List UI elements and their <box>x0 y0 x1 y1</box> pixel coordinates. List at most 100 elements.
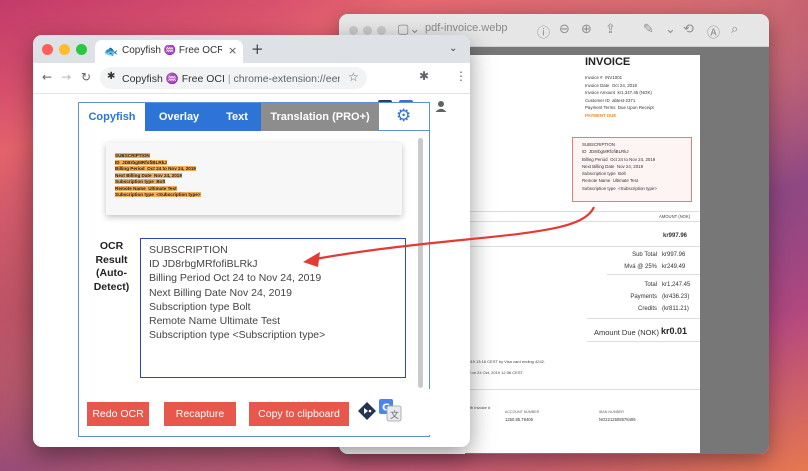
subscription-line: SUBSCRIPTION <box>582 142 615 147</box>
iban-value: NO2212508578406 <box>599 417 636 422</box>
divider <box>587 318 700 319</box>
ocr-result-textarea[interactable]: SUBSCRIPTION ID JD8rbgMRfofiBLRkJ Billin… <box>140 238 406 378</box>
divider <box>465 246 700 247</box>
amount-due-label: Amount Due (NOK) <box>594 328 660 337</box>
invoice-meta-line: Invoice # INV1001 <box>585 75 623 80</box>
address-url: chrome-extension://eenjdn... <box>233 73 340 85</box>
invoice-meta-line: Customer ID abtest-2371 <box>585 97 636 103</box>
copyfish-tabs: Copyfish Overlay Text Translation (PRO+) <box>79 103 379 131</box>
gear-icon[interactable]: ⚙ <box>396 106 411 126</box>
zoom-in-icon[interactable]: ⊕ <box>581 22 592 37</box>
bookmark-star-icon[interactable]: ☆ <box>348 70 359 84</box>
toolbar: ← → ↻ ✱ Copyfish ♒ Free OCI | chrome-ext… <box>33 63 470 114</box>
total-label: Total <box>644 282 657 288</box>
tab-overlay[interactable]: Overlay <box>145 103 213 131</box>
markup-menu-icon[interactable]: ⌄ <box>665 22 676 37</box>
captured-line: Remote Name Ultimate Test <box>115 185 177 191</box>
translate-icon[interactable]: G 文 <box>378 398 402 422</box>
subscription-line: Remote Name Ultimate Test <box>582 178 639 184</box>
tab-title: Copyfish ♒ Free OCR Softwa <box>122 45 222 56</box>
account-number-header: ACCOUNT NUMBER <box>505 410 540 414</box>
captured-line: Next Billing Date Nov 24, 2019 <box>115 172 182 178</box>
close-dot[interactable] <box>42 44 53 55</box>
copy-to-clipboard-button[interactable]: Copy to clipboard <box>249 402 349 426</box>
captured-text: SUBSCRIPTION ID JD8rbgMRfofiBLRkJ Billin… <box>115 153 201 199</box>
amount-header: AMOUNT (NOK) <box>659 214 691 219</box>
tab-translation[interactable]: Translation (PRO+) <box>261 103 379 131</box>
profile-icon[interactable] <box>434 98 448 114</box>
preview-title: pdf-invoice.webp <box>425 22 508 34</box>
address-text: Copyfish ♒ Free OCI | chrome-extension:/… <box>122 72 340 85</box>
iban-header: IBAN NUMBER <box>599 410 624 414</box>
copyfish-site-icon: ✱ <box>107 71 116 82</box>
ocr-result-label: OCR Result (Auto- Detect) <box>93 240 130 293</box>
divider <box>587 341 700 342</box>
captured-line: Subscription type Bolt <box>115 179 166 184</box>
total-label: Sub Total <box>632 252 657 258</box>
recapture-button[interactable]: Recapture <box>164 402 236 426</box>
captured-line: Billing Period Oct 24 to Nov 24, 2019 <box>115 166 196 171</box>
address-separator: | <box>227 73 231 85</box>
search-icon[interactable]: ⌕ <box>731 22 738 37</box>
invoice-meta-line: Invoice Amount kr1,347.45 (NOK) <box>585 90 652 96</box>
total-value: (kr436.23) <box>662 294 690 300</box>
amount-due-value: kr0.01 <box>661 326 688 336</box>
captured-line: SUBSCRIPTION <box>115 153 150 158</box>
forward-icon[interactable]: → <box>61 70 71 84</box>
divider <box>465 211 700 212</box>
invoice-meta-line: Payment Terms Due Upon Receipt <box>585 105 654 111</box>
button-bar: Redo OCR Recapture Copy to clipboard G 文 <box>82 389 430 435</box>
total-value: kr1,247.45 <box>662 282 691 288</box>
account-number-value: 1250.85.78406 <box>505 417 533 422</box>
new-tab-button[interactable]: + <box>251 40 264 58</box>
invoice-meta-line: Invoice Date Oct 24, 2019 <box>585 82 637 88</box>
tab-copyfish[interactable]: Copyfish <box>79 103 145 131</box>
tab-copyfish[interactable]: 🐟 Copyfish ♒ Free OCR Softwa × <box>95 40 243 63</box>
speak-icon[interactable] <box>357 401 377 421</box>
invoice-subscription-block: SUBSCRIPTION ID JD8rbgMRfofiBLRkJ Billin… <box>582 141 657 192</box>
tab-close-icon[interactable]: × <box>228 44 237 57</box>
rotate-icon[interactable]: ⟲ <box>683 22 694 37</box>
address-bar[interactable]: ✱ Copyfish ♒ Free OCI | chrome-extension… <box>100 67 367 89</box>
minimize-dot[interactable] <box>59 44 70 55</box>
payment-note: 2019 13:16 CEST by Visa card ending 4242… <box>466 359 546 364</box>
subscription-line: Next Billing Date Nov 24, 2019 <box>582 163 644 169</box>
zoom-out-icon[interactable]: ⊖ <box>559 22 570 37</box>
invoice-status: PAYMENT DUE <box>585 112 617 118</box>
redo-ocr-button[interactable]: Redo OCR <box>87 402 149 426</box>
puzzle-icon[interactable]: ✱ <box>419 69 429 83</box>
markup-icon[interactable]: ✎ <box>643 22 654 37</box>
copyfish-panel: Copyfish Overlay Text Translation (PRO+)… <box>78 102 430 437</box>
subscription-line: Subscription type Bolt <box>582 171 626 177</box>
divider <box>607 274 700 275</box>
reload-icon[interactable]: ↻ <box>81 70 91 84</box>
copyfish-favicon-icon: 🐟 <box>104 45 118 58</box>
menu-kebab-icon[interactable]: ⋮ <box>455 69 467 83</box>
captured-line: ID JD8rbgMRfofiBLRkJ <box>115 159 167 165</box>
total-value: kr249.49 <box>662 264 686 270</box>
tab-strip: 🐟 Copyfish ♒ Free OCR Softwa × + ⌄ <box>33 35 470 63</box>
zoom-dot[interactable] <box>76 44 87 55</box>
back-icon[interactable]: ← <box>42 70 52 84</box>
total-label: Mvá @ 25% <box>624 264 657 270</box>
minimize-dot[interactable] <box>363 26 372 35</box>
subscription-line: Billing Period Oct 24 to Nov 24, 2019 <box>582 156 656 162</box>
svg-text:文: 文 <box>390 409 399 421</box>
info-icon[interactable]: ⓘ <box>537 22 550 41</box>
subscription-line: Subscription type <Subscription type> <box>582 185 657 191</box>
share-icon[interactable]: ⇪ <box>605 22 616 37</box>
divider <box>465 221 700 222</box>
scrollbar-thumb[interactable] <box>418 138 423 388</box>
tab-search-chevron-icon[interactable]: ⌄ <box>449 43 457 54</box>
captured-line: Subscription type <Subscription type> <box>115 192 201 197</box>
total-label: Payments <box>630 294 657 300</box>
credit-note: ed on 24 Oct, 2019 12:36 CEST. <box>466 370 524 375</box>
annotate-icon[interactable]: Ⓐ <box>707 22 720 41</box>
zoom-dot[interactable] <box>377 26 386 35</box>
close-dot[interactable] <box>349 26 358 35</box>
divider <box>465 389 700 390</box>
tab-text[interactable]: Text <box>213 103 261 131</box>
browser-window: 🐟 Copyfish ♒ Free OCR Softwa × + ⌄ ← → ↻… <box>33 35 470 447</box>
invoice-meta: Invoice # INV1001 Invoice Date Oct 24, 2… <box>585 74 654 120</box>
first-amount: kr997.96 <box>663 233 688 239</box>
